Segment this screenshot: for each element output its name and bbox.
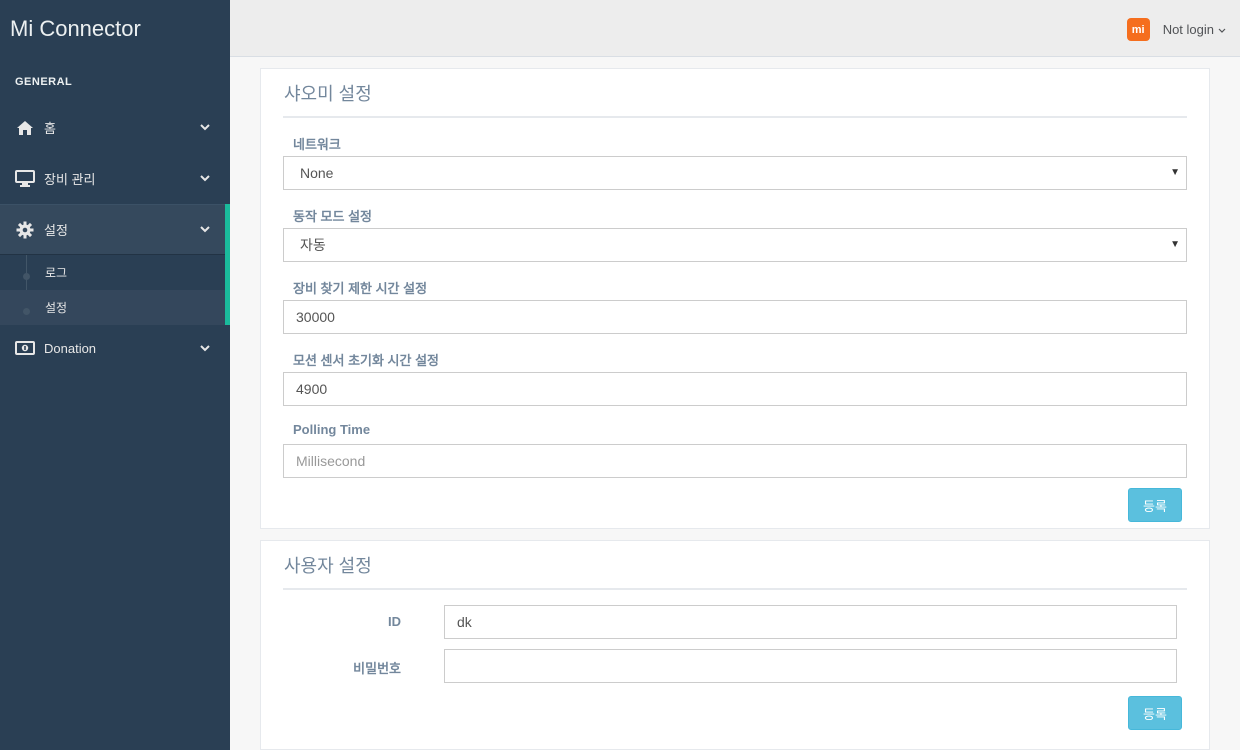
- bullet-dot-icon: [23, 308, 30, 315]
- network-label: 네트워크: [293, 137, 341, 152]
- home-icon: [15, 118, 35, 138]
- chevron-down-icon: [198, 120, 212, 134]
- chevron-down-icon: [1218, 25, 1226, 35]
- polling-time-label: Polling Time: [293, 422, 371, 437]
- polling-time-placeholder: Millisecond: [296, 453, 366, 469]
- id-row: ID dk: [283, 605, 1187, 649]
- sidebar-item-settings[interactable]: 설정: [0, 204, 230, 255]
- panel-title: 샤오미 설정: [283, 69, 1187, 118]
- password-row: 비밀번호: [283, 649, 1187, 693]
- panel-title-text: 샤오미 설정: [284, 83, 372, 104]
- sidebar-subitem-label: 설정: [45, 301, 68, 315]
- sidebar-item-donation[interactable]: Donation: [0, 325, 230, 371]
- monitor-icon: [15, 169, 35, 189]
- xiaomi-submit-button[interactable]: 등록: [1128, 488, 1182, 522]
- password-label: 비밀번호: [353, 661, 401, 676]
- dropdown-arrow-icon: ▼: [1170, 239, 1180, 250]
- xiaomi-logo-icon: mi: [1126, 18, 1150, 41]
- app-brand[interactable]: Mi Connector: [0, 0, 230, 57]
- user-menu-toggle[interactable]: mi Not login: [1126, 18, 1226, 41]
- user-status-label: Not login: [1162, 22, 1214, 37]
- search-timeout-label: 장비 찾기 제한 시간 설정: [293, 281, 428, 296]
- bullet-dot-icon: [23, 273, 30, 280]
- sidebar-item-home[interactable]: 홈: [0, 102, 230, 153]
- top-navbar: mi Not login: [230, 0, 1240, 57]
- menu-section-title: GENERAL: [15, 76, 73, 88]
- xiaomi-settings-panel: 샤오미 설정 네트워크 None ▼ 동작 모드 설정 자동 ▼ 장비 찾기 제…: [260, 68, 1210, 529]
- sidebar-item-devices[interactable]: 장비 관리: [0, 153, 230, 204]
- motion-reset-label: 모션 센서 초기화 시간 설정: [293, 353, 440, 368]
- panel-title-text: 사용자 설정: [284, 555, 372, 576]
- sidebar-subitem-log[interactable]: 로그: [0, 255, 225, 290]
- sidebar-subitem-label: 로그: [45, 266, 68, 280]
- network-select[interactable]: None ▼: [283, 156, 1187, 190]
- motion-reset-value: 4900: [296, 381, 328, 397]
- motion-reset-input[interactable]: 4900: [283, 372, 1187, 406]
- chevron-down-icon: [198, 222, 212, 236]
- chevron-down-icon: [198, 171, 212, 185]
- user-settings-panel: 사용자 설정 ID dk 비밀번호 등록: [260, 540, 1210, 750]
- network-select-value: None: [300, 165, 334, 181]
- search-timeout-value: 30000: [296, 309, 335, 325]
- mode-select[interactable]: 자동 ▼: [283, 228, 1187, 262]
- password-input[interactable]: [444, 649, 1177, 683]
- chevron-down-icon: [198, 341, 212, 355]
- id-input[interactable]: dk: [444, 605, 1177, 639]
- id-label: ID: [388, 614, 401, 629]
- gear-icon: [15, 220, 35, 240]
- polling-time-input[interactable]: Millisecond: [283, 444, 1187, 478]
- panel-title: 사용자 설정: [283, 541, 1187, 590]
- settings-submenu: 로그 설정: [0, 255, 230, 325]
- user-submit-button[interactable]: 등록: [1128, 696, 1182, 730]
- sidebar-subitem-settings[interactable]: 설정: [0, 290, 225, 325]
- dropdown-arrow-icon: ▼: [1170, 167, 1180, 178]
- mode-select-value: 자동: [300, 237, 326, 253]
- money-icon: [15, 338, 35, 358]
- sidebar: Mi Connector GENERAL 홈 장비 관리 설정 로그 설정 Do…: [0, 0, 230, 750]
- mode-label: 동작 모드 설정: [293, 209, 372, 224]
- search-timeout-input[interactable]: 30000: [283, 300, 1187, 334]
